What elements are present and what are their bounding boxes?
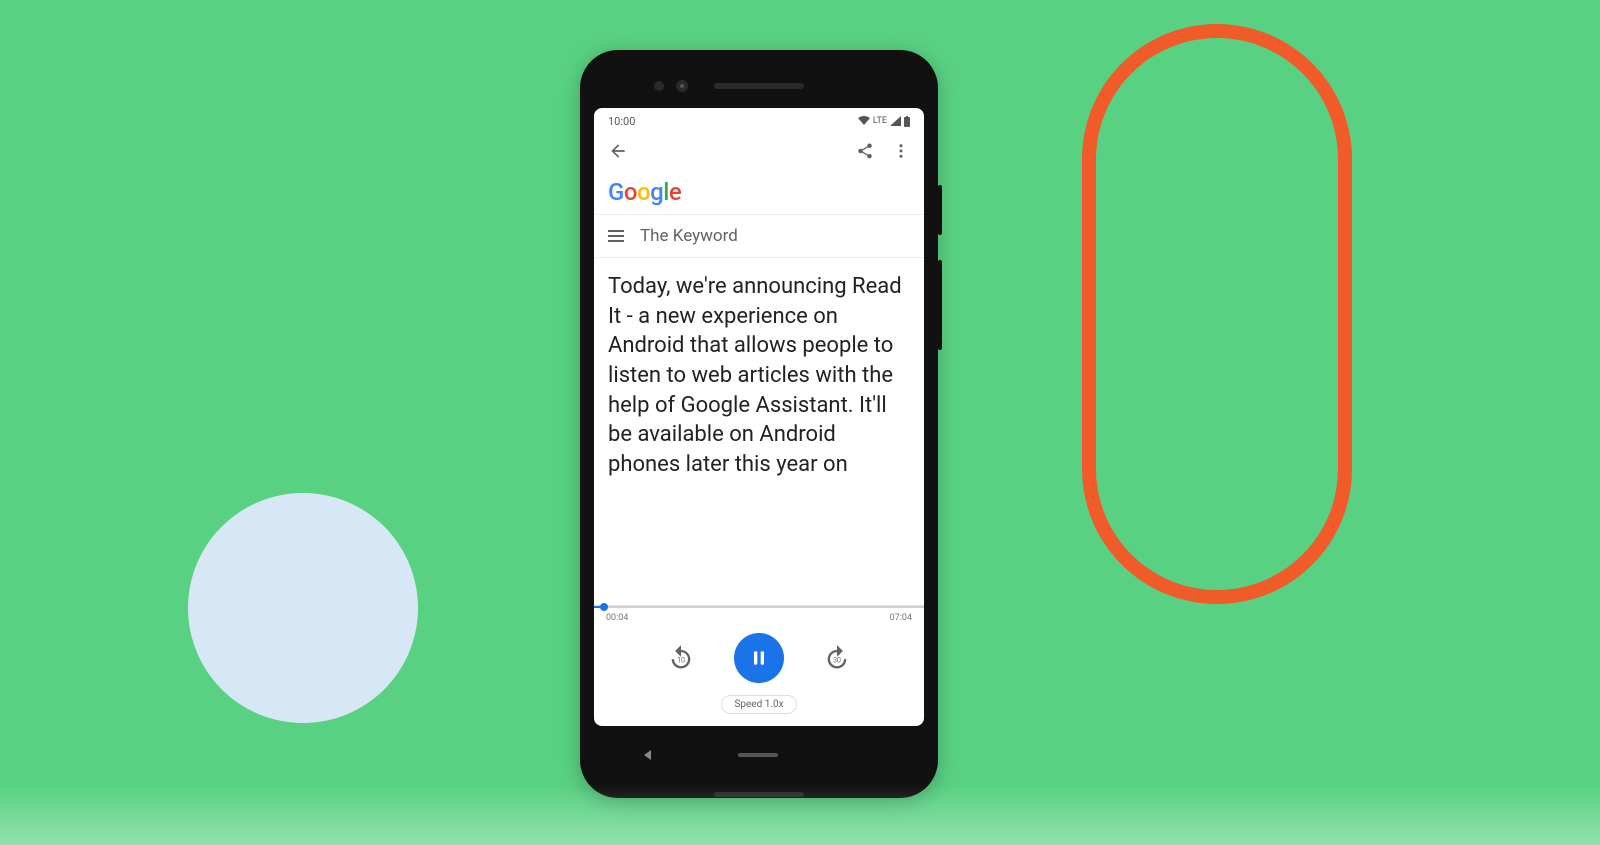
status-bar: 10:00 LTE bbox=[594, 108, 924, 134]
total-time: 07:04 bbox=[890, 613, 912, 623]
app-header bbox=[594, 134, 924, 172]
android-nav-bar bbox=[594, 726, 924, 784]
player-controls: 10 30 bbox=[594, 623, 924, 691]
pause-icon bbox=[749, 648, 769, 668]
wifi-icon bbox=[858, 116, 870, 126]
progress-handle[interactable] bbox=[600, 603, 608, 611]
network-label: LTE bbox=[873, 116, 887, 126]
phone-side-button bbox=[938, 260, 942, 350]
article-body[interactable]: Today, we're announcing Read It - a new … bbox=[594, 258, 924, 605]
svg-text:10: 10 bbox=[677, 657, 685, 665]
more-vert-icon bbox=[892, 142, 910, 160]
decorative-pill-outline bbox=[1082, 24, 1352, 604]
nav-home-pill[interactable] bbox=[738, 753, 778, 757]
decorative-gradient bbox=[0, 785, 1600, 845]
svg-text:30: 30 bbox=[833, 657, 841, 665]
battery-icon bbox=[904, 116, 910, 127]
audio-player: 00:04 07:04 10 30 Speed 1.0x bbox=[594, 605, 924, 726]
share-icon bbox=[856, 142, 874, 160]
replay-10-icon: 10 bbox=[667, 644, 695, 672]
site-title: The Keyword bbox=[640, 226, 738, 246]
status-indicators: LTE bbox=[858, 116, 910, 127]
site-header: The Keyword bbox=[594, 215, 924, 257]
pause-button[interactable] bbox=[734, 633, 784, 683]
phone-earpiece bbox=[714, 83, 804, 89]
nav-back-button[interactable] bbox=[644, 750, 651, 760]
progress-bar[interactable] bbox=[594, 606, 924, 608]
phone-side-button bbox=[938, 185, 942, 235]
status-time: 10:00 bbox=[608, 115, 635, 128]
phone-sensor bbox=[654, 81, 664, 91]
back-arrow-icon bbox=[608, 141, 628, 161]
forward-button[interactable]: 30 bbox=[822, 643, 852, 673]
hamburger-menu-button[interactable] bbox=[608, 230, 624, 242]
elapsed-time: 00:04 bbox=[606, 613, 628, 623]
time-row: 00:04 07:04 bbox=[594, 608, 924, 623]
playback-speed-chip[interactable]: Speed 1.0x bbox=[721, 695, 796, 714]
article-text: Today, we're announcing Read It - a new … bbox=[608, 274, 902, 477]
phone-frame: 10:00 LTE Google bbox=[580, 50, 938, 798]
rewind-button[interactable]: 10 bbox=[666, 643, 696, 673]
signal-icon bbox=[890, 116, 901, 126]
forward-30-icon: 30 bbox=[823, 644, 851, 672]
phone-camera bbox=[676, 80, 688, 92]
phone-screen: 10:00 LTE Google bbox=[594, 108, 924, 726]
share-button[interactable] bbox=[856, 142, 874, 164]
google-logo: Google bbox=[594, 172, 924, 214]
back-button[interactable] bbox=[608, 141, 628, 165]
overflow-menu-button[interactable] bbox=[892, 142, 910, 164]
phone-top-bezel bbox=[594, 64, 924, 108]
decorative-circle bbox=[188, 493, 418, 723]
